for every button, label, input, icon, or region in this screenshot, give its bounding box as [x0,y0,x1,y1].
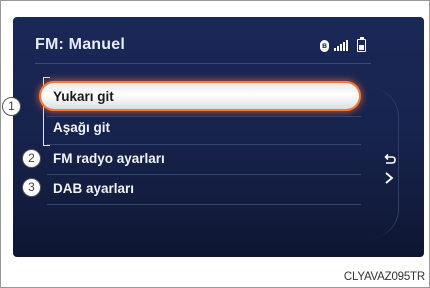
callout-1: 1 [2,97,21,116]
menu-item-label: DAB ayarları [53,180,135,196]
header-divider [35,63,371,64]
figure-frame: FM: Manuel ʙ Yukarı git Aşağı git FM rad… [0,0,430,288]
callout-3: 3 [22,178,41,197]
back-arrow-icon [384,153,396,184]
signal-icon [334,40,348,51]
menu-item-label: Aşağı git [53,119,111,135]
menu-item-label: FM radyo ayarları [53,150,165,166]
battery-icon [357,36,366,52]
bluetooth-icon: ʙ [320,39,329,52]
status-bar: ʙ [320,36,366,52]
page-title: FM: Manuel [35,36,125,53]
menu-item-move-down[interactable]: Aşağı git [41,114,359,140]
radio-screen: FM: Manuel ʙ Yukarı git Aşağı git FM rad… [13,17,424,257]
menu-item-move-up[interactable]: Yukarı git [41,83,359,109]
menu-item-label: Yukarı git [53,88,114,104]
menu-divider [47,204,361,205]
callout-2: 2 [22,149,41,168]
back-button[interactable] [382,153,398,189]
figure-code: CLYAVAZ095TR [343,271,425,283]
menu-item-fm-settings[interactable]: FM radyo ayarları [41,145,359,171]
menu-item-dab-settings[interactable]: DAB ayarları [41,175,359,201]
